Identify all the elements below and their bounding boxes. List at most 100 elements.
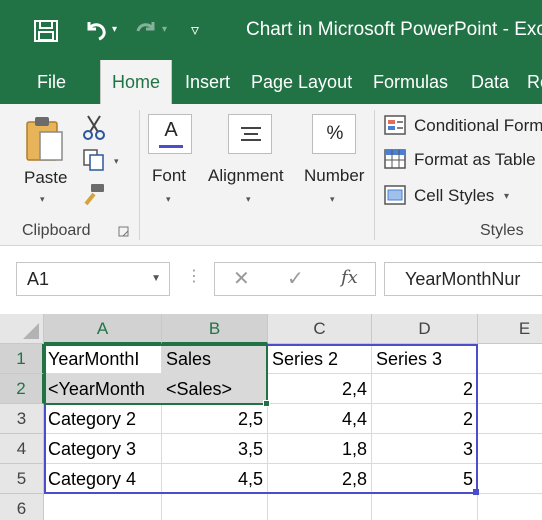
- cell-a5[interactable]: Category 4: [44, 464, 162, 494]
- paste-dropdown-icon[interactable]: ▾: [40, 194, 45, 205]
- cell-e5[interactable]: [478, 464, 542, 494]
- paste-icon[interactable]: [24, 114, 64, 162]
- title-bar: ▾ ▾ ▿ Chart in Microsoft PowerPoint - Ex…: [0, 0, 542, 60]
- column-header-e[interactable]: E: [478, 314, 542, 344]
- ribbon-tabs: File Home Insert Page Layout Formulas Da…: [0, 60, 542, 104]
- row-header-3[interactable]: 3: [0, 404, 44, 434]
- tab-page-layout[interactable]: Page Layout: [251, 60, 352, 104]
- formula-bar-grip-icon[interactable]: ⋮: [186, 266, 202, 286]
- alignment-icon[interactable]: [228, 114, 272, 154]
- name-box[interactable]: A1 ▼: [16, 262, 170, 296]
- window-title: Chart in Microsoft PowerPoint - Exce: [246, 19, 542, 40]
- column-header-d[interactable]: D: [372, 314, 478, 344]
- format-painter-icon[interactable]: [82, 182, 106, 206]
- cell-e4[interactable]: [478, 434, 542, 464]
- data-range-resize-handle[interactable]: [473, 489, 479, 495]
- row-header-4[interactable]: 4: [0, 434, 44, 464]
- enter-icon[interactable]: ✓: [287, 266, 304, 291]
- tab-review[interactable]: Re: [527, 60, 542, 104]
- paste-button[interactable]: Paste: [24, 168, 67, 188]
- number-dropdown-icon[interactable]: ▾: [330, 194, 335, 205]
- font-icon-letter: A: [164, 119, 178, 141]
- cell-d2[interactable]: 2: [372, 374, 478, 404]
- format-as-table-label: Format as Table: [414, 150, 536, 169]
- alignment-dropdown-icon[interactable]: ▾: [246, 194, 251, 205]
- row-header-1[interactable]: 1: [0, 344, 44, 374]
- cell-b6[interactable]: [162, 494, 268, 520]
- cell-a4[interactable]: Category 3: [44, 434, 162, 464]
- cell-d1[interactable]: Series 3: [372, 344, 478, 374]
- font-dropdown-icon[interactable]: ▾: [166, 194, 171, 205]
- column-header-c[interactable]: C: [268, 314, 372, 344]
- cell-d4[interactable]: 3: [372, 434, 478, 464]
- tab-home[interactable]: Home: [100, 60, 172, 104]
- copy-dropdown-icon[interactable]: ▾: [114, 156, 119, 167]
- conditional-formatting-icon: [384, 115, 406, 135]
- cut-icon[interactable]: [82, 114, 106, 140]
- undo-dropdown-icon[interactable]: ▾: [112, 24, 117, 35]
- clipboard-group-label: Clipboard: [22, 222, 91, 239]
- number-button[interactable]: Number: [304, 166, 364, 186]
- ribbon-divider: [374, 110, 375, 240]
- name-box-dropdown-icon[interactable]: ▼: [151, 273, 161, 284]
- cell-d3[interactable]: 2: [372, 404, 478, 434]
- row-header-2[interactable]: 2: [0, 374, 44, 404]
- fill-handle[interactable]: [263, 400, 270, 407]
- select-all-triangle-icon: [23, 323, 39, 339]
- cell-b2[interactable]: <Sales>: [162, 374, 268, 404]
- worksheet-grid: A B C D E 1 2 3 4 5 6 YearMonthI Sales S…: [0, 314, 542, 520]
- dialog-launcher-icon[interactable]: [118, 226, 130, 238]
- tab-file[interactable]: File: [37, 60, 66, 104]
- cell-a6[interactable]: [44, 494, 162, 520]
- cell-c3[interactable]: 4,4: [268, 404, 372, 434]
- cancel-icon[interactable]: ✕: [233, 266, 250, 291]
- cell-d5[interactable]: 5: [372, 464, 478, 494]
- cell-b3[interactable]: 2,5: [162, 404, 268, 434]
- cell-a1[interactable]: YearMonthI: [44, 344, 162, 374]
- cell-b5[interactable]: 4,5: [162, 464, 268, 494]
- tab-formulas[interactable]: Formulas: [373, 60, 448, 104]
- row-header-6[interactable]: 6: [0, 494, 44, 520]
- cell-styles-label: Cell Styles: [414, 186, 495, 205]
- ribbon-divider: [139, 110, 140, 240]
- cell-e3[interactable]: [478, 404, 542, 434]
- cell-c4[interactable]: 1,8: [268, 434, 372, 464]
- number-format-icon[interactable]: %: [312, 114, 356, 154]
- column-header-b[interactable]: B: [162, 314, 268, 344]
- save-icon[interactable]: [34, 20, 58, 42]
- cell-c6[interactable]: [268, 494, 372, 520]
- cell-styles-dropdown-icon[interactable]: ▾: [504, 183, 509, 211]
- font-button[interactable]: Font: [152, 166, 186, 186]
- cell-c1[interactable]: Series 2: [268, 344, 372, 374]
- cell-c5[interactable]: 2,8: [268, 464, 372, 494]
- formula-input-value: YearMonthNur: [405, 269, 521, 289]
- copy-icon[interactable]: [82, 148, 106, 172]
- insert-function-icon[interactable]: fx: [341, 267, 358, 288]
- redo-icon[interactable]: [134, 18, 158, 42]
- formula-input[interactable]: YearMonthNur: [384, 262, 542, 296]
- cell-a2[interactable]: <YearMonth: [44, 374, 162, 404]
- redo-dropdown-icon[interactable]: ▾: [162, 24, 167, 35]
- tab-data[interactable]: Data: [471, 60, 509, 104]
- undo-icon[interactable]: [84, 18, 108, 42]
- font-icon[interactable]: A: [148, 114, 192, 154]
- cell-e6[interactable]: [478, 494, 542, 520]
- customize-quick-access-icon[interactable]: ▿: [191, 20, 199, 40]
- name-box-value: A1: [27, 269, 50, 289]
- cell-b4[interactable]: 3,5: [162, 434, 268, 464]
- select-all-button[interactable]: [0, 314, 44, 344]
- column-header-a[interactable]: A: [44, 314, 162, 344]
- cell-d6[interactable]: [372, 494, 478, 520]
- cell-a3[interactable]: Category 2: [44, 404, 162, 434]
- row-header-5[interactable]: 5: [0, 464, 44, 494]
- cell-b1[interactable]: Sales: [162, 344, 268, 374]
- cell-e1[interactable]: [478, 344, 542, 374]
- formula-bar: A1 ▼ ⋮ ✕ ✓ fx YearMonthNur: [0, 246, 542, 314]
- cell-e2[interactable]: [478, 374, 542, 404]
- cell-styles-icon: [384, 185, 406, 205]
- tab-insert[interactable]: Insert: [185, 60, 230, 104]
- ribbon: Paste ▾ ▾ Clipboard A Font ▾ Alignment ▾…: [0, 104, 542, 246]
- cell-c2[interactable]: 2,4: [268, 374, 372, 404]
- number-icon-symbol: %: [326, 123, 344, 144]
- alignment-button[interactable]: Alignment: [208, 166, 284, 186]
